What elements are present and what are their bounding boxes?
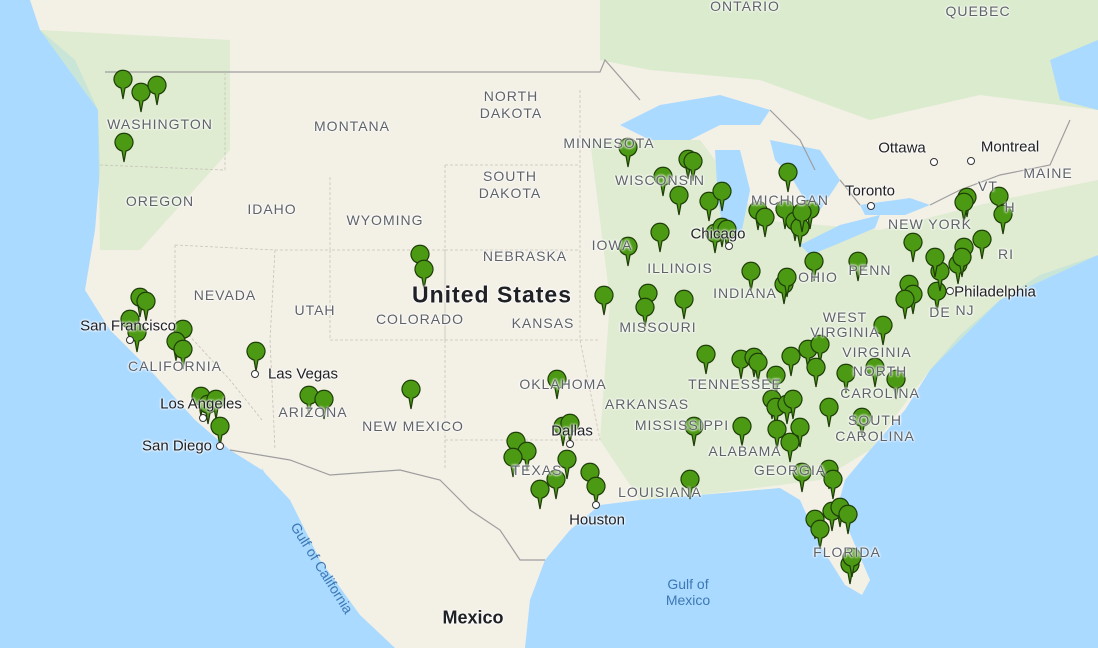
region-label-california: CALIFORNIA <box>127 358 223 374</box>
city-dot-chicago <box>725 242 733 250</box>
city-label-montreal: Montreal <box>980 138 1040 156</box>
city-label-toronto: Toronto <box>844 182 896 200</box>
city-label-los-angeles: Los Angeles <box>160 395 242 413</box>
city-dot-dallas <box>566 440 574 448</box>
country-label-mexico: Mexico <box>442 607 504 628</box>
region-label-west-virginia: WEST VIRGINIA <box>810 309 880 340</box>
region-label-michigan: MICHIGAN <box>751 192 829 208</box>
city-dot-philadelphia <box>946 287 954 295</box>
region-label-vt: VT <box>978 178 998 194</box>
city-label-houston: Houston <box>569 511 625 529</box>
city-dot-los-angeles <box>199 414 207 422</box>
region-label-minnesota: MINNESOTA <box>563 135 655 151</box>
city-dot-ottawa <box>930 158 938 166</box>
region-label-maine: MAINE <box>1023 165 1073 181</box>
city-label-dallas: Dallas <box>551 422 593 440</box>
region-label-iowa: IOWA <box>591 237 633 253</box>
region-label-kansas: KANSAS <box>511 315 575 331</box>
region-label-north-dakota: NORTH DAKOTA <box>479 88 543 121</box>
region-label-montana: MONTANA <box>314 118 390 134</box>
region-label-south-carolina: SOUTH CAROLINA <box>835 412 915 444</box>
region-label-wisconsin: WISCONSIN <box>615 172 705 188</box>
region-label-colorado: COLORADO <box>375 311 465 327</box>
region-label-indiana: INDIANA <box>713 285 777 301</box>
city-label-san-diego: San Diego <box>141 437 213 455</box>
city-label-ottawa: Ottawa <box>878 139 926 157</box>
region-label-north-carolina: NORTH CAROLINA <box>840 363 920 401</box>
city-label-chicago: Chicago <box>690 225 746 243</box>
region-label-missouri: MISSOURI <box>619 319 697 335</box>
region-label-nh: H <box>1004 199 1016 215</box>
region-label-alabama: ALABAMA <box>708 443 782 459</box>
region-label-mississippi: MISSISSIPPI <box>634 417 730 433</box>
region-label-wyoming: WYOMING <box>346 212 424 228</box>
water-label-gulf-of-mexico: Gulf of Mexico <box>665 576 711 608</box>
city-dot-toronto <box>867 202 875 210</box>
region-label-virginia: VIRGINIA <box>842 344 912 360</box>
region-label-nebraska: NEBRASKA <box>482 248 568 264</box>
city-dot-las-vegas <box>251 370 259 378</box>
region-label-oklahoma: OKLAHOMA <box>519 376 607 392</box>
city-dot-san-francisco <box>126 336 134 344</box>
region-label-nj: NJ <box>955 302 975 318</box>
region-label-tennessee: TENNESSEE <box>688 376 782 392</box>
region-label-nevada: NEVADA <box>193 287 257 303</box>
region-label-arkansas: ARKANSAS <box>604 396 690 412</box>
region-label-idaho: IDAHO <box>247 201 297 217</box>
region-label-penn: PENN <box>848 262 892 278</box>
region-label-ohio: OHIO <box>798 269 838 285</box>
region-label-illinois: ILLINOIS <box>647 260 713 276</box>
city-dot-houston <box>592 501 600 509</box>
city-label-las-vegas: Las Vegas <box>267 365 339 383</box>
region-label-quebec: QUEBEC <box>945 3 1011 19</box>
region-label-florida: FLORIDA <box>813 544 881 560</box>
region-label-new-mexico: NEW MEXICO <box>362 418 464 434</box>
region-label-louisiana: LOUISIANA <box>618 484 702 500</box>
region-label-georgia: GEORGIA <box>753 462 827 478</box>
region-label-oregon: OREGON <box>125 193 195 209</box>
region-label-de: DE <box>929 304 951 320</box>
city-label-san-francisco: San Francisco <box>80 317 176 335</box>
region-label-utah: UTAH <box>294 302 336 318</box>
region-label-south-dakota: SOUTH DAKOTA <box>478 168 542 201</box>
region-label-texas: TEXAS <box>511 462 563 478</box>
region-label-ri: RI <box>998 246 1014 262</box>
region-label-arizona: ARIZONA <box>278 404 348 420</box>
city-label-philadelphia: Philadelphia <box>954 283 1036 301</box>
region-label-washington: WASHINGTON <box>107 116 213 132</box>
region-label-ontario: ONTARIO <box>710 0 780 14</box>
country-label-us: United States <box>412 281 572 308</box>
city-dot-montreal <box>967 157 975 165</box>
region-label-new-york: NEW YORK <box>888 216 972 232</box>
city-dot-san-diego <box>216 442 224 450</box>
